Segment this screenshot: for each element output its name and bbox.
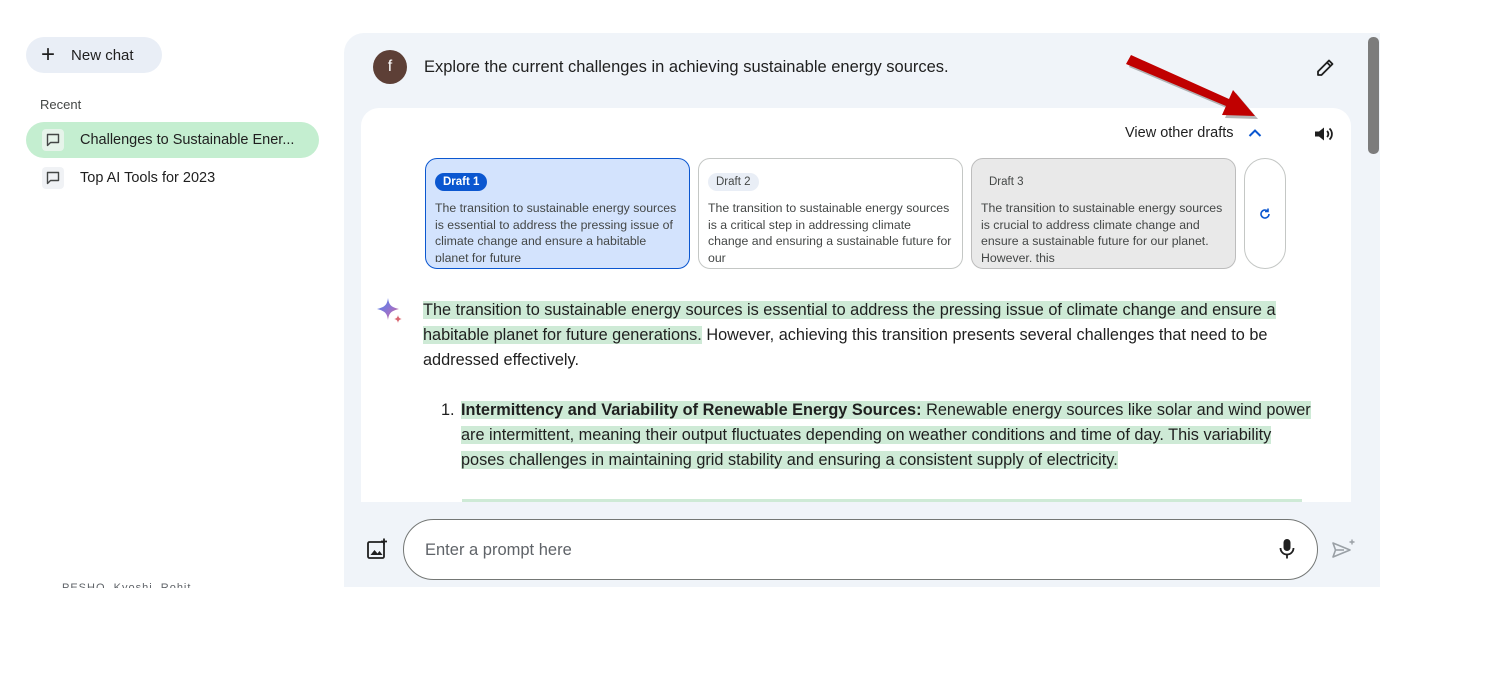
sidebar-item-sustainable-energy[interactable]: Challenges to Sustainable Ener... bbox=[26, 122, 319, 158]
sidebar-item-label: Challenges to Sustainable Ener... bbox=[80, 132, 295, 148]
regenerate-drafts-button[interactable] bbox=[1244, 158, 1286, 269]
response-intro: The transition to sustainable energy sou… bbox=[423, 298, 1318, 373]
draft-card-2[interactable]: Draft 2 The transition to sustainable en… bbox=[698, 158, 963, 269]
prompt-input[interactable] bbox=[425, 537, 1265, 563]
draft-preview-text: The transition to sustainable energy sou… bbox=[708, 201, 952, 262]
plus-icon: + bbox=[41, 41, 56, 68]
sidebar-item-ai-tools[interactable]: Top AI Tools for 2023 bbox=[26, 160, 319, 196]
sidebar-item-label: Top AI Tools for 2023 bbox=[80, 170, 216, 186]
view-other-drafts-toggle[interactable]: View other drafts bbox=[1125, 124, 1264, 142]
speaker-icon[interactable] bbox=[1312, 122, 1336, 146]
sidebar-footer-text: PESHO, Kyoshi, Rohit bbox=[62, 583, 191, 588]
recent-heading: Recent bbox=[40, 97, 82, 112]
annotation-arrow-icon bbox=[1126, 55, 1258, 119]
draft-card-1[interactable]: Draft 1 The transition to sustainable en… bbox=[425, 158, 690, 269]
new-chat-label: New chat bbox=[71, 46, 134, 64]
chat-bubble-icon bbox=[42, 129, 64, 151]
list-item-title: Intermittency and Variability of Renewab… bbox=[461, 401, 922, 419]
view-drafts-label: View other drafts bbox=[1125, 125, 1234, 141]
draft-preview-text: The transition to sustainable energy sou… bbox=[981, 201, 1223, 262]
sparkle-icon bbox=[377, 298, 402, 323]
app-root: + New chat Recent Challenges to Sustaina… bbox=[0, 0, 1498, 684]
avatar: f bbox=[373, 50, 407, 84]
draft-label: Draft 2 bbox=[708, 173, 759, 191]
new-chat-button[interactable]: + New chat bbox=[26, 37, 162, 73]
next-item-peek bbox=[462, 499, 1302, 502]
user-prompt-text: Explore the current challenges in achiev… bbox=[424, 58, 949, 76]
refresh-icon bbox=[1260, 208, 1270, 219]
prompt-input-container bbox=[403, 519, 1318, 580]
list-item-number: 1. bbox=[441, 401, 455, 419]
draft-label: Draft 1 bbox=[435, 173, 488, 191]
list-item: Intermittency and Variability of Renewab… bbox=[461, 398, 1311, 473]
response-list: 1. Intermittency and Variability of Rene… bbox=[441, 398, 1311, 473]
scrollbar-thumb[interactable] bbox=[1368, 37, 1379, 154]
chat-bubble-icon bbox=[42, 167, 64, 189]
image-upload-icon[interactable] bbox=[365, 537, 389, 561]
draft-preview-text: The transition to sustainable energy sou… bbox=[435, 201, 677, 262]
send-icon[interactable] bbox=[1330, 538, 1356, 562]
draft-card-3[interactable]: Draft 3 The transition to sustainable en… bbox=[971, 158, 1236, 269]
chevron-up-icon bbox=[1248, 129, 1261, 137]
draft-label: Draft 3 bbox=[989, 176, 1024, 188]
edit-icon[interactable] bbox=[1314, 55, 1338, 79]
microphone-icon[interactable] bbox=[1276, 537, 1298, 561]
